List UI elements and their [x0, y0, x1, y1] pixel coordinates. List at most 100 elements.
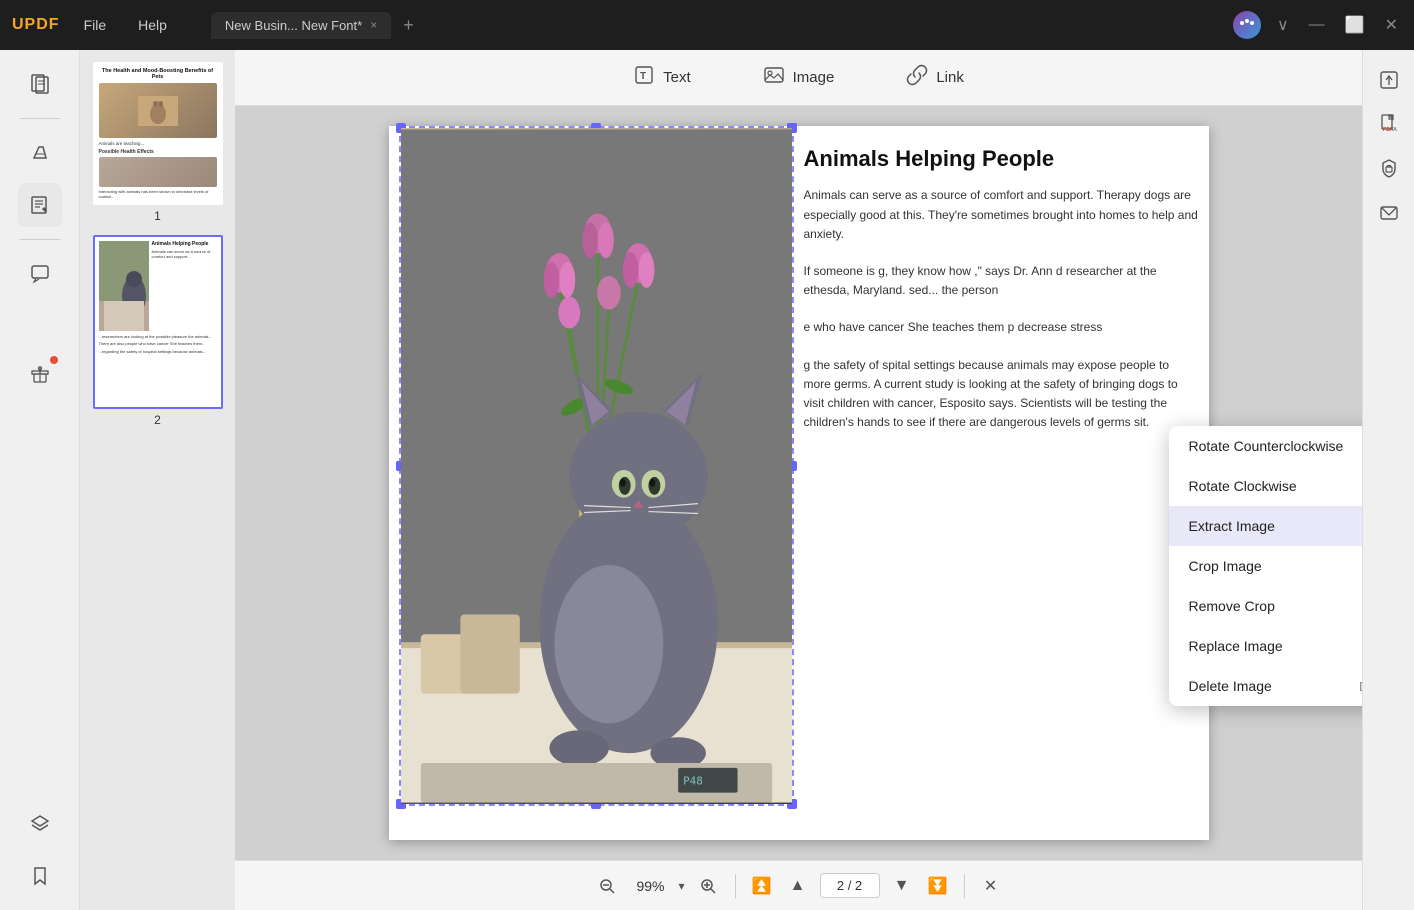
sidebar-item-gift[interactable] [18, 352, 62, 396]
email-button[interactable] [1371, 194, 1407, 230]
thumbnail-2-label: 2 [154, 413, 161, 427]
ctx-rotate-cw[interactable]: Rotate Clockwise [1169, 466, 1363, 506]
tab-close-button[interactable]: × [370, 18, 377, 32]
window-controls: ∨ — ⬜ ✕ [1233, 11, 1402, 39]
delete-shortcut: Del [1359, 679, 1362, 694]
prev-page-button[interactable]: ▲ [784, 872, 812, 900]
edit-icon [29, 194, 51, 216]
article-body-4: g the safety of spital settings because … [804, 356, 1199, 433]
zoom-level: 99% [630, 878, 670, 894]
toolbar-separator-1 [735, 874, 736, 898]
ctx-crop-image[interactable]: Crop Image [1169, 546, 1363, 586]
thumbnail-page-1[interactable]: The Health and Mood-Boosting Benefits of… [88, 62, 227, 223]
sidebar-item-highlight[interactable] [18, 131, 62, 175]
article-title: Animals Helping People [804, 146, 1199, 172]
article-content: Animals Helping People Animals can serve… [804, 146, 1199, 432]
cat-scene-svg: P48 [401, 128, 792, 804]
thumbnail-1-image: The Health and Mood-Boosting Benefits of… [93, 62, 223, 205]
article-body-1: Animals can serve as a source of comfort… [804, 186, 1199, 244]
article-body-2: If someone is g, they know how ," says D… [804, 262, 1199, 300]
highlight-icon [29, 142, 51, 164]
pdf-page: P48 Animals Helping People Animals can s… [389, 126, 1209, 840]
protect-button[interactable] [1371, 150, 1407, 186]
page-indicator[interactable]: 2 / 2 [820, 873, 880, 898]
cat-image: P48 [401, 128, 792, 804]
link-icon-svg [906, 64, 928, 86]
close-window-button[interactable]: ✕ [1381, 11, 1402, 39]
ctx-remove-crop[interactable]: Remove Crop [1169, 586, 1363, 626]
image-icon-svg [763, 64, 785, 86]
thumbnail-page-2[interactable]: Animals Helping People Animals can serve… [88, 235, 227, 427]
ctx-extract-image[interactable]: Extract Image [1169, 506, 1363, 546]
canvas-area: P48 Animals Helping People Animals can s… [235, 106, 1362, 860]
image-tool-icon [763, 64, 785, 91]
thumb2-cat-img [99, 241, 149, 331]
text-tool-button[interactable]: T Text [617, 56, 707, 99]
pages-icon [29, 73, 51, 95]
right-sidebar: PDF /A [1362, 50, 1414, 910]
file-menu[interactable]: File [76, 13, 115, 37]
tab-area: New Busin... New Font* × + [211, 12, 1217, 39]
sidebar-item-edit[interactable] [18, 183, 62, 227]
context-menu: Rotate Counterclockwise Rotate Clockwise… [1169, 426, 1363, 706]
image-tool-label: Image [793, 69, 835, 86]
main-content: T Text Image [235, 50, 1362, 910]
sidebar-item-bookmark[interactable] [18, 854, 62, 898]
divider-1 [20, 118, 60, 119]
toolbar-separator-2 [964, 874, 965, 898]
minimize-button[interactable]: — [1305, 12, 1329, 38]
titlebar: UPDF File Help New Busin... New Font* × … [0, 0, 1414, 50]
thumbnail-2-image: Animals Helping People Animals can serve… [93, 235, 223, 409]
share-button[interactable] [1371, 62, 1407, 98]
dropdown-button[interactable]: ∨ [1273, 11, 1293, 39]
app-logo: UPDF [12, 16, 60, 34]
zoom-out-icon [599, 878, 615, 894]
tab-title: New Busin... New Font* [225, 18, 362, 33]
bottom-toolbar: 99% ▾ ⏫ ▲ 2 / 2 ▼ ⏬ ✕ [235, 860, 1362, 910]
ctx-delete-image[interactable]: Delete Image Del [1169, 666, 1363, 706]
avatar-icon [1238, 16, 1256, 34]
next-page-button[interactable]: ▼ [888, 872, 916, 900]
thumb1-cat-img [138, 96, 178, 126]
zoom-out-button[interactable] [592, 871, 622, 901]
maximize-button[interactable]: ⬜ [1341, 11, 1369, 39]
divider-2 [20, 239, 60, 240]
ctx-replace-image[interactable]: Replace Image [1169, 626, 1363, 666]
svg-text:T: T [640, 71, 646, 82]
sidebar-item-pages[interactable] [18, 62, 62, 106]
app-body: The Health and Mood-Boosting Benefits of… [0, 50, 1414, 910]
article-body-3: e who have cancer She teaches them p dec… [804, 318, 1199, 337]
selected-image-wrapper[interactable]: P48 [399, 126, 794, 806]
pdf-icon: PDF /A [1379, 114, 1399, 134]
bookmark-icon [29, 865, 51, 887]
link-tool-button[interactable]: Link [890, 56, 980, 99]
ctx-rotate-ccw[interactable]: Rotate Counterclockwise [1169, 426, 1363, 466]
help-menu[interactable]: Help [130, 13, 175, 37]
active-tab[interactable]: New Busin... New Font* × [211, 12, 391, 39]
close-navigation-button[interactable]: ✕ [977, 872, 1005, 900]
top-toolbar: T Text Image [235, 50, 1362, 106]
thumbnail-1-label: 1 [154, 209, 161, 223]
last-page-button[interactable]: ⏬ [924, 872, 952, 900]
left-sidebar [0, 50, 80, 910]
text-icon-svg: T [633, 64, 655, 86]
share-icon [1379, 70, 1399, 90]
sidebar-item-layers[interactable] [18, 802, 62, 846]
svg-text:P48: P48 [683, 775, 703, 788]
comment-icon [29, 263, 51, 285]
first-page-button[interactable]: ⏫ [748, 872, 776, 900]
gift-icon [29, 363, 51, 385]
text-tool-label: Text [663, 69, 691, 86]
protect-icon [1379, 158, 1399, 178]
sidebar-item-comment[interactable] [18, 252, 62, 296]
link-tool-label: Link [936, 69, 964, 86]
zoom-dropdown-button[interactable]: ▾ [678, 879, 684, 893]
zoom-in-icon [700, 878, 716, 894]
new-tab-button[interactable]: + [395, 15, 422, 36]
layers-icon [29, 813, 51, 835]
gift-badge [50, 356, 58, 364]
user-avatar[interactable] [1233, 11, 1261, 39]
pdf-convert-button[interactable]: PDF /A [1371, 106, 1407, 142]
image-tool-button[interactable]: Image [747, 56, 851, 99]
zoom-in-button[interactable] [693, 871, 723, 901]
